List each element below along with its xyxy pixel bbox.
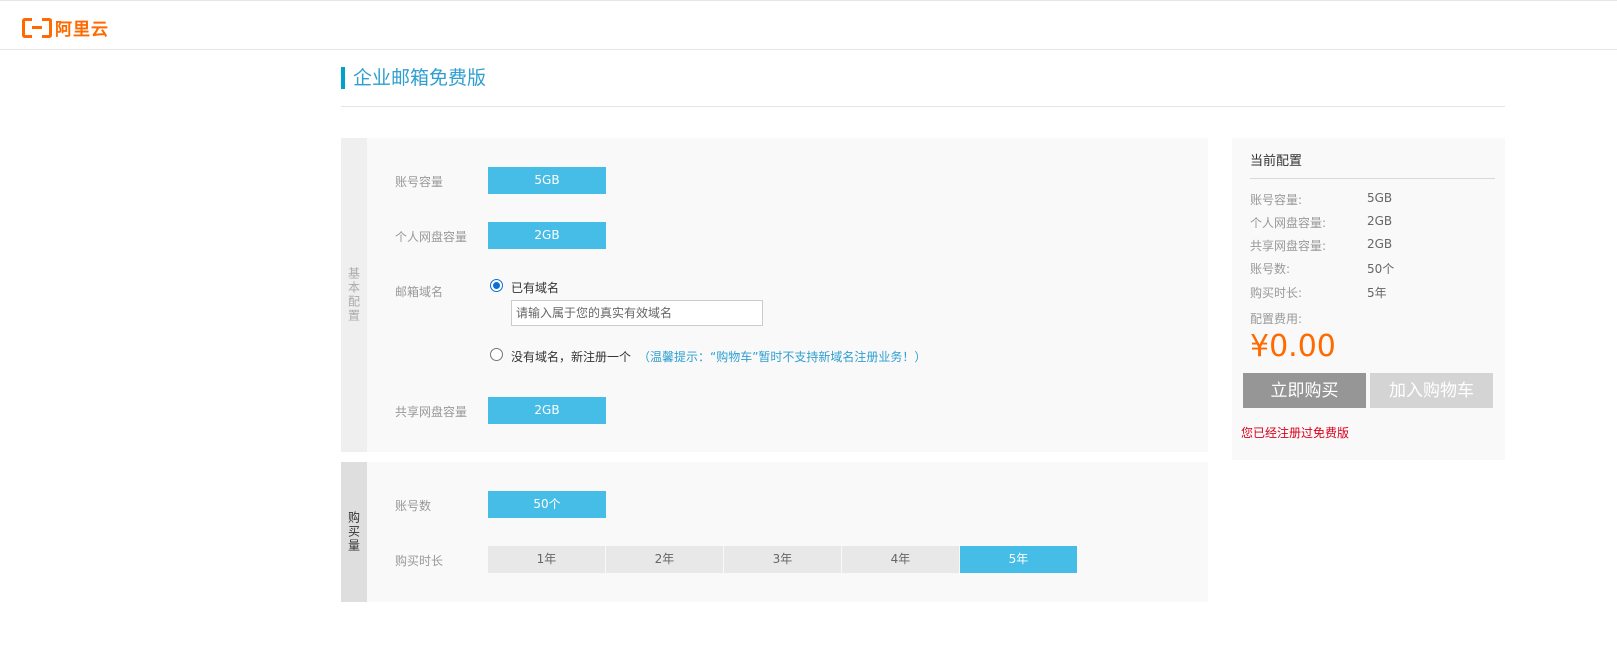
new-domain-radio[interactable] <box>490 348 503 361</box>
top-bar: 阿里云 <box>0 0 1617 50</box>
duration-option-5[interactable]: 5年 <box>960 546 1077 573</box>
purchase-qty-side: 购买量 <box>341 462 367 602</box>
config-summary-panel: 当前配置 账号容量: 5GB 个人网盘容量: 2GB 共享网盘容量: 2GB 账… <box>1232 138 1505 460</box>
summary-title: 当前配置 <box>1250 154 1303 169</box>
registered-notice: 您已经注册过免费版 <box>1241 426 1350 440</box>
fee-label: 配置费用: <box>1250 312 1303 326</box>
summary-value: 50个 <box>1367 262 1395 276</box>
new-domain-label[interactable]: 没有域名，新注册一个 <box>511 348 631 365</box>
purchase-qty-side-label: 购买量 <box>346 511 361 553</box>
title-divider <box>341 106 1505 107</box>
basic-config-side-label: 基本配置 <box>346 267 361 323</box>
accounts-option[interactable]: 50个 <box>488 491 606 518</box>
existing-domain-label[interactable]: 已有域名 <box>511 279 559 296</box>
summary-key: 共享网盘容量: <box>1250 239 1327 253</box>
shared-disk-option[interactable]: 2GB <box>488 397 606 424</box>
duration-option-2[interactable]: 2年 <box>606 546 723 573</box>
summary-key: 账号容量: <box>1250 193 1303 207</box>
summary-key: 个人网盘容量: <box>1250 216 1327 230</box>
account-capacity-label: 账号容量 <box>395 175 444 189</box>
duration-option-3[interactable]: 3年 <box>724 546 841 573</box>
shared-disk-label: 共享网盘容量 <box>395 405 468 419</box>
duration-label: 购买时长 <box>395 554 444 568</box>
page-title: 企业邮箱免费版 <box>341 67 486 89</box>
duration-options: 1年 2年 3年 4年 5年 <box>488 546 1077 573</box>
summary-value: 5年 <box>1367 286 1387 300</box>
aliyun-logo[interactable]: 阿里云 <box>22 15 109 40</box>
duration-option-4[interactable]: 4年 <box>842 546 959 573</box>
summary-key: 账号数: <box>1250 262 1291 276</box>
mail-domain-label: 邮箱域名 <box>395 285 444 299</box>
personal-disk-label: 个人网盘容量 <box>395 230 468 244</box>
domain-input[interactable] <box>511 300 763 326</box>
purchase-qty-section: 购买量 账号数 50个 购买时长 1年 2年 3年 4年 5年 <box>341 462 1208 602</box>
summary-divider <box>1250 178 1495 179</box>
basic-config-section: 基本配置 账号容量 5GB 个人网盘容量 2GB 邮箱域名 已有域名 没有域名，… <box>341 138 1208 452</box>
summary-key: 购买时长: <box>1250 286 1303 300</box>
aliyun-logo-icon <box>22 17 52 38</box>
buy-now-button[interactable]: 立即购买 <box>1243 373 1366 408</box>
accounts-label: 账号数 <box>395 499 432 513</box>
account-capacity-option[interactable]: 5GB <box>488 167 606 194</box>
cart-tip: （温馨提示：“购物车”暂时不支持新域名注册业务！） <box>638 350 927 364</box>
price: ¥0.00 <box>1250 329 1336 364</box>
add-to-cart-button[interactable]: 加入购物车 <box>1370 373 1493 408</box>
summary-value: 5GB <box>1367 191 1393 205</box>
duration-option-1[interactable]: 1年 <box>488 546 605 573</box>
summary-value: 2GB <box>1367 214 1393 228</box>
personal-disk-option[interactable]: 2GB <box>488 222 606 249</box>
basic-config-side: 基本配置 <box>341 138 367 452</box>
logo-text: 阿里云 <box>55 20 109 40</box>
summary-value: 2GB <box>1367 237 1393 251</box>
existing-domain-radio[interactable] <box>490 279 503 292</box>
